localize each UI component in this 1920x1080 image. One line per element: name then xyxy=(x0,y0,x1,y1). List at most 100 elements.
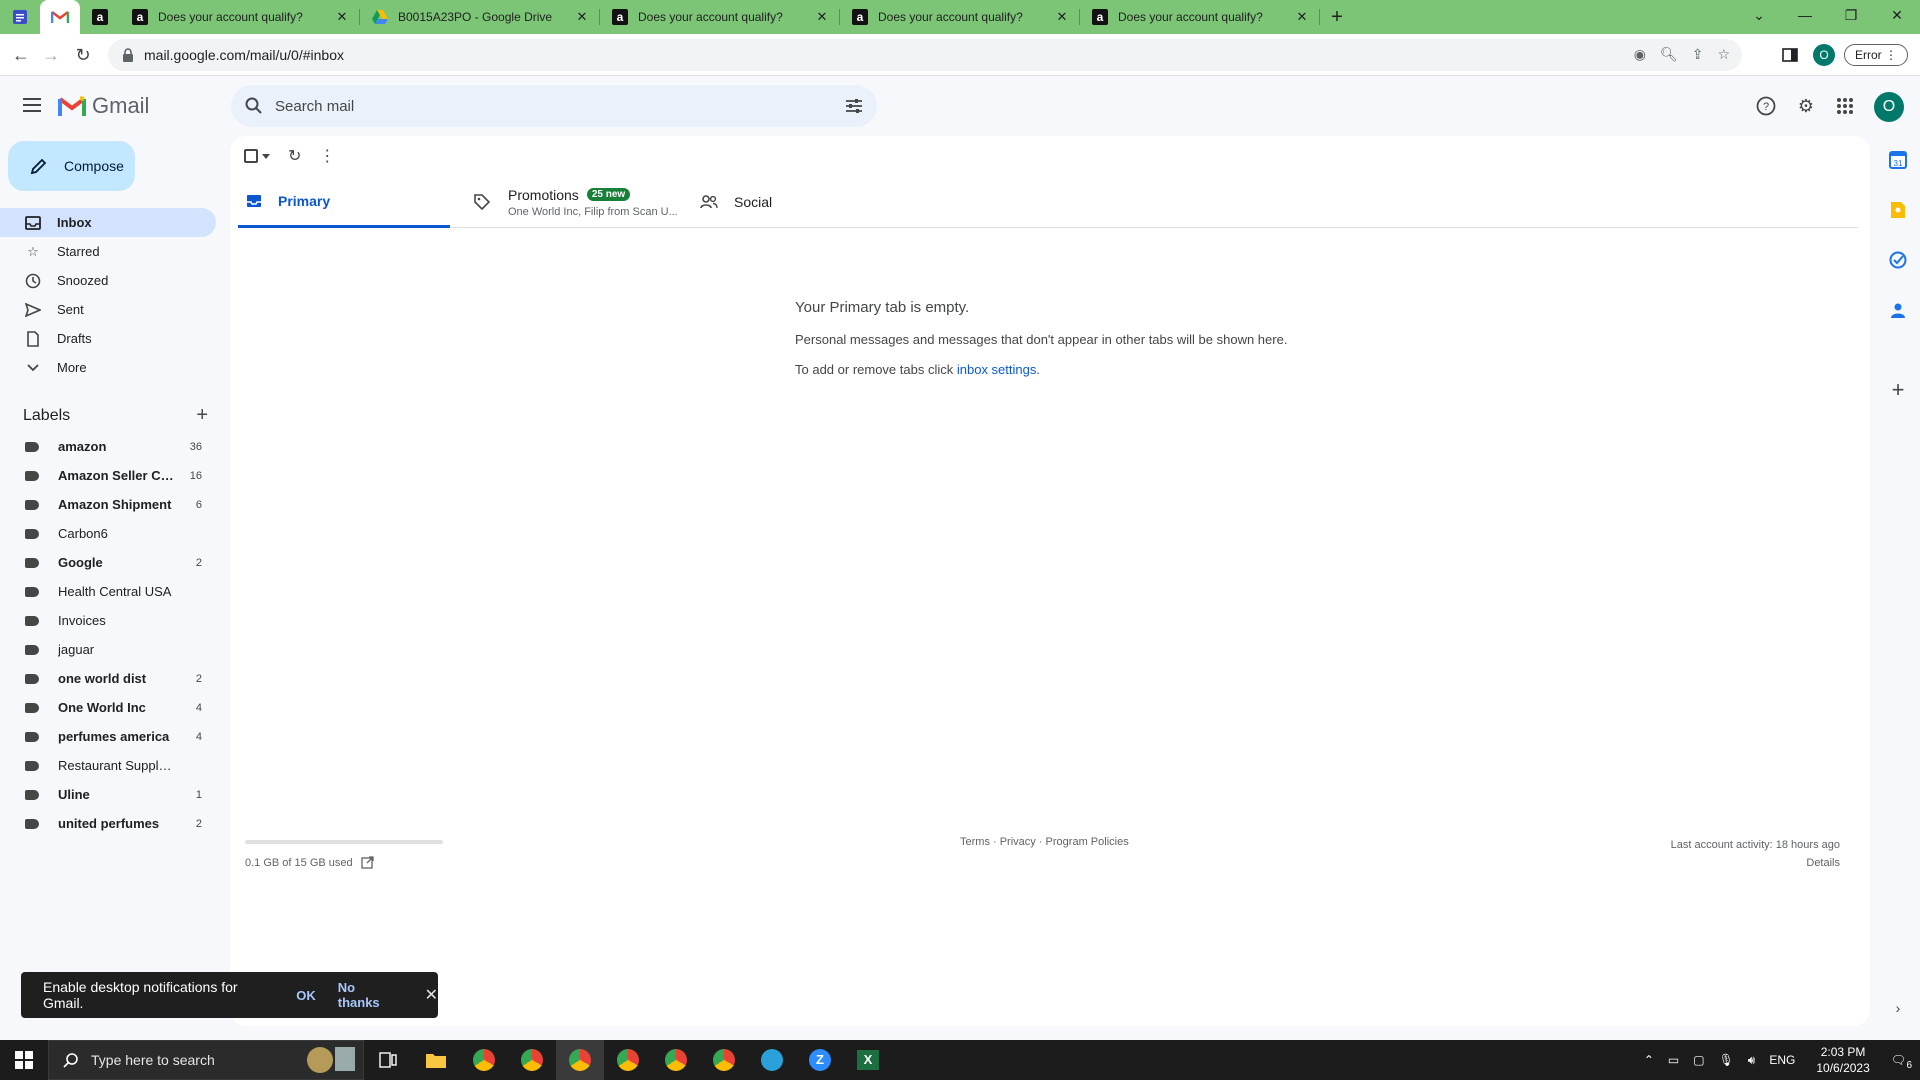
tab-primary[interactable]: Primary xyxy=(238,176,450,228)
zoom-app-icon[interactable]: Z xyxy=(796,1040,844,1080)
taskbar-search[interactable]: Type here to search xyxy=(48,1040,364,1080)
chrome-profile-icon[interactable] xyxy=(508,1040,556,1080)
keep-icon[interactable] xyxy=(1888,200,1908,220)
network-icon[interactable]: ▭ xyxy=(1668,1053,1679,1067)
telegram-icon[interactable] xyxy=(748,1040,796,1080)
search-options-icon[interactable] xyxy=(845,98,863,114)
extension-eye-icon[interactable]: ◉ xyxy=(1634,46,1646,63)
sidebar-item-inbox[interactable]: Inbox xyxy=(0,208,216,237)
minimize-button[interactable]: — xyxy=(1782,0,1828,30)
zoom-icon[interactable]: 🔍︎ xyxy=(1660,46,1678,63)
account-avatar[interactable]: O xyxy=(1874,92,1904,122)
close-tab-icon[interactable]: ✕ xyxy=(814,9,830,25)
more-vert-icon[interactable]: ⋮ xyxy=(319,146,335,166)
refresh-icon[interactable]: ↻ xyxy=(288,146,301,166)
label-item[interactable]: Amazon Shipment 6 xyxy=(0,490,216,519)
browser-tab[interactable]: a Does your account qualify? ✕ xyxy=(840,0,1080,34)
calendar-icon[interactable]: 31 xyxy=(1888,150,1908,170)
sidebar-item-drafts[interactable]: Drafts xyxy=(0,324,216,353)
inbox-settings-link[interactable]: inbox settings xyxy=(957,362,1037,377)
label-item[interactable]: amazon 36 xyxy=(0,432,216,461)
ok-button[interactable]: OK xyxy=(296,988,316,1003)
task-view-icon[interactable] xyxy=(364,1040,412,1080)
label-item[interactable]: Amazon Seller Ce... 16 xyxy=(0,461,216,490)
new-tab-button[interactable]: + xyxy=(1320,0,1354,34)
meet-now-icon[interactable]: ▢ xyxy=(1693,1053,1704,1067)
label-item[interactable]: Restaurant Supply D xyxy=(0,751,216,780)
microphone-icon[interactable]: 🎙︎ xyxy=(1719,1053,1734,1067)
google-apps-icon[interactable] xyxy=(1833,94,1857,118)
browser-tab[interactable]: a Does your account qualify? ✕ xyxy=(1080,0,1320,34)
tab-social[interactable]: Social xyxy=(700,176,820,228)
settings-gear-icon[interactable]: ⚙ xyxy=(1794,94,1818,118)
label-item[interactable]: perfumes america 4 xyxy=(0,722,216,751)
close-tab-icon[interactable]: ✕ xyxy=(1054,9,1070,25)
gmail-logo[interactable]: Gmail xyxy=(58,93,149,119)
main-menu-icon[interactable] xyxy=(20,94,44,118)
sidebar-item-more[interactable]: More xyxy=(0,353,216,382)
close-tab-icon[interactable]: ✕ xyxy=(1294,9,1310,25)
label-item[interactable]: Uline 1 xyxy=(0,780,216,809)
clock[interactable]: 2:03 PM 10/6/2023 xyxy=(1816,1044,1869,1076)
excel-icon[interactable]: X xyxy=(844,1040,892,1080)
no-thanks-button[interactable]: No thanks xyxy=(338,980,399,1010)
taskbar-search-input[interactable]: Type here to search xyxy=(91,1052,215,1068)
close-window-button[interactable]: ✕ xyxy=(1874,0,1920,30)
share-icon[interactable]: ⇪ xyxy=(1692,46,1704,63)
contacts-icon[interactable] xyxy=(1888,300,1908,320)
label-item[interactable]: jaguar xyxy=(0,635,216,664)
reload-button[interactable]: ↻ xyxy=(70,42,96,68)
label-item[interactable]: Google 2 xyxy=(0,548,216,577)
close-tab-icon[interactable]: ✕ xyxy=(574,9,590,25)
tab-list-chevron-icon[interactable]: ⌄ xyxy=(1736,0,1782,30)
sidebar-item-sent[interactable]: Sent xyxy=(0,295,216,324)
help-icon[interactable]: ? xyxy=(1754,94,1778,118)
external-link-icon[interactable] xyxy=(360,856,374,869)
browser-tab[interactable]: B0015A23PO - Google Drive ✕ xyxy=(360,0,600,34)
tab-promotions[interactable]: Promotions 25 new One World Inc, Filip f… xyxy=(474,176,684,228)
label-item[interactable]: Invoices xyxy=(0,606,216,635)
chrome-profile-icon[interactable] xyxy=(700,1040,748,1080)
chrome-active-icon[interactable] xyxy=(556,1040,604,1080)
chevron-up-icon[interactable]: ⌃ xyxy=(1644,1053,1654,1067)
chevron-right-icon[interactable]: › xyxy=(1888,998,1908,1018)
details-link[interactable]: Details xyxy=(1671,854,1840,872)
browser-tab[interactable]: a Does your account qualify? ✕ xyxy=(120,0,360,34)
search-icon[interactable] xyxy=(245,97,263,115)
tab-search-icon[interactable] xyxy=(0,0,40,34)
browser-tab[interactable]: a Does your account qualify? ✕ xyxy=(600,0,840,34)
search-input[interactable]: Search mail xyxy=(275,98,354,115)
bookmark-star-icon[interactable]: ☆ xyxy=(1717,46,1730,63)
get-addons-plus-icon[interactable]: + xyxy=(1888,377,1908,402)
close-tab-icon[interactable]: ✕ xyxy=(334,9,350,25)
chrome-profile-icon[interactable] xyxy=(652,1040,700,1080)
sidebar-item-starred[interactable]: ☆ Starred xyxy=(0,237,216,266)
sidebar-item-snoozed[interactable]: Snoozed xyxy=(0,266,216,295)
compose-button[interactable]: Compose xyxy=(8,141,135,191)
search-bar[interactable]: Search mail xyxy=(231,85,877,127)
error-menu-button[interactable]: Error ⋮ xyxy=(1844,42,1909,68)
volume-icon[interactable]: 🔊︎ xyxy=(1748,1053,1756,1068)
profile-button[interactable]: O xyxy=(1813,42,1835,68)
footer-links[interactable]: Terms · Privacy · Program Policies xyxy=(960,836,1129,848)
back-button[interactable]: ← xyxy=(8,42,34,68)
tab-gmail[interactable] xyxy=(40,0,80,34)
close-icon[interactable]: ✕ xyxy=(425,985,438,1005)
tab-amazon-pinned[interactable]: a xyxy=(80,0,120,34)
select-all-checkbox[interactable] xyxy=(244,149,270,163)
notifications-icon[interactable]: 🗨︎ 6 xyxy=(1891,1053,1912,1071)
address-bar[interactable]: mail.google.com/mail/u/0/#inbox ◉ 🔍︎ ⇪ ☆ xyxy=(108,39,1742,71)
language-indicator[interactable]: ENG xyxy=(1769,1053,1795,1067)
label-item[interactable]: Health Central USA xyxy=(0,577,216,606)
label-item[interactable]: One World Inc 4 xyxy=(0,693,216,722)
restore-button[interactable]: ❐ xyxy=(1828,0,1874,30)
side-panel-icon[interactable] xyxy=(1782,42,1798,68)
label-item[interactable]: Carbon6 xyxy=(0,519,216,548)
forward-button[interactable]: → xyxy=(38,42,64,68)
create-label-icon[interactable]: + xyxy=(196,404,208,427)
file-explorer-icon[interactable] xyxy=(412,1040,460,1080)
chrome-icon[interactable] xyxy=(460,1040,508,1080)
windows-start-icon[interactable] xyxy=(0,1040,48,1080)
tasks-icon[interactable] xyxy=(1888,250,1908,270)
chrome-profile-icon[interactable] xyxy=(604,1040,652,1080)
